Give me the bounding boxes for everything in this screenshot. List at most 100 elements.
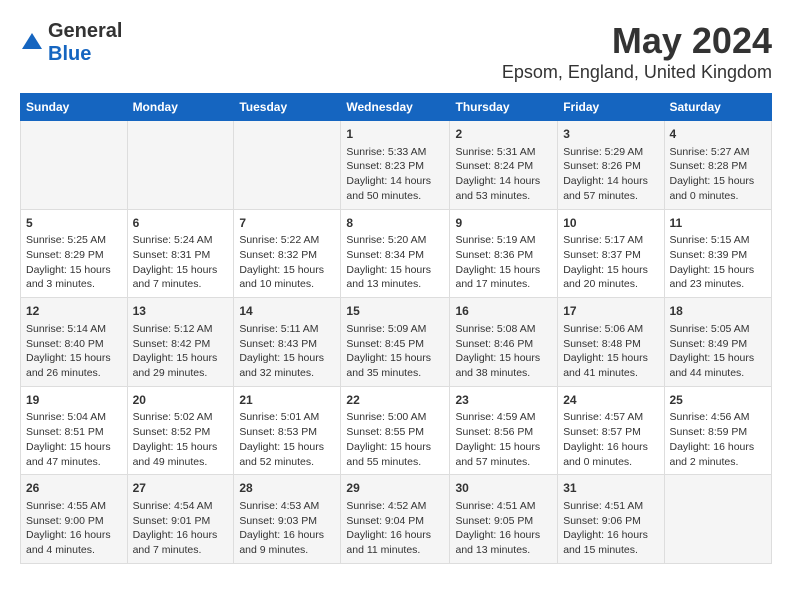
day-info: Sunrise: 5:25 AMSunset: 8:29 PMDaylight:… [26,233,122,292]
calendar-cell: 10Sunrise: 5:17 AMSunset: 8:37 PMDayligh… [558,209,664,298]
day-number: 20 [133,392,229,409]
calendar-cell: 30 Sunrise: 4:51 AMSunset: 9:05 PMDayligh… [450,475,558,564]
calendar-cell [21,121,128,210]
day-info: Sunrise: 4:52 AMSunset: 9:04 PMDaylight:… [346,499,444,558]
day-info: Sunrise: 4:51 AMSunset: 9:06 PMDaylight:… [563,499,658,558]
day-number: 18 [670,303,767,320]
calendar-cell: 8Sunrise: 5:20 AMSunset: 8:34 PMDaylight… [341,209,450,298]
weekday-header-row: SundayMondayTuesdayWednesdayThursdayFrid… [21,94,772,121]
day-info: Sunrise: 5:24 AMSunset: 8:31 PMDaylight:… [133,233,229,292]
day-info: Sunrise: 5:06 AMSunset: 8:48 PMDaylight:… [563,322,658,381]
day-number: 7 [239,215,335,232]
calendar-cell: 5Sunrise: 5:25 AMSunset: 8:29 PMDaylight… [21,209,128,298]
weekday-header-monday: Monday [127,94,234,121]
day-info: Sunrise: 5:33 AMSunset: 8:23 PMDaylight:… [346,145,444,204]
day-info: Sunrise: 5:11 AMSunset: 8:43 PMDaylight:… [239,322,335,381]
calendar-cell: 22Sunrise: 5:00 AMSunset: 8:55 PMDayligh… [341,386,450,475]
day-info: Sunrise: 5:00 AMSunset: 8:55 PMDaylight:… [346,410,444,469]
day-number: 24 [563,392,658,409]
calendar-week-row: 12 Sunrise: 5:14 AMSunset: 8:40 PMDayligh… [21,298,772,387]
day-number: 30 [455,480,552,497]
day-number: 29 [346,480,444,497]
day-info: Sunrise: 5:17 AMSunset: 8:37 PMDaylight:… [563,233,658,292]
weekday-header-tuesday: Tuesday [234,94,341,121]
day-number: 8 [346,215,444,232]
calendar-cell: 9Sunrise: 5:19 AMSunset: 8:36 PMDaylight… [450,209,558,298]
logo-icon [20,31,44,55]
day-info: Sunrise: 5:12 AMSunset: 8:42 PMDaylight:… [133,322,229,381]
day-number: 6 [133,215,229,232]
calendar-cell: 24Sunrise: 4:57 AMSunset: 8:57 PMDayligh… [558,386,664,475]
day-info: Sunrise: 4:53 AMSunset: 9:03 PMDaylight:… [239,499,335,558]
day-number: 28 [239,480,335,497]
calendar-week-row: 5Sunrise: 5:25 AMSunset: 8:29 PMDaylight… [21,209,772,298]
day-info: Sunrise: 4:55 AMSunset: 9:00 PMDaylight:… [26,499,122,558]
day-number: 5 [26,215,122,232]
calendar-body: 1 Sunrise: 5:33 AMSunset: 8:23 PMDaylight… [21,121,772,564]
day-info: Sunrise: 5:31 AMSunset: 8:24 PMDaylight:… [455,145,552,204]
day-info: Sunrise: 5:04 AMSunset: 8:51 PMDaylight:… [26,410,122,469]
calendar-cell: 1 Sunrise: 5:33 AMSunset: 8:23 PMDaylight… [341,121,450,210]
day-info: Sunrise: 5:27 AMSunset: 8:28 PMDaylight:… [670,145,767,204]
calendar-cell: 27Sunrise: 4:54 AMSunset: 9:01 PMDayligh… [127,475,234,564]
calendar-cell: 19Sunrise: 5:04 AMSunset: 8:51 PMDayligh… [21,386,128,475]
calendar-cell: 23Sunrise: 4:59 AMSunset: 8:56 PMDayligh… [450,386,558,475]
month-title: May 2024 [502,20,772,62]
calendar-cell: 28 Sunrise: 4:53 AMSunset: 9:03 PMDayligh… [234,475,341,564]
page-header: General Blue May 2024 Epsom, England, Un… [20,20,772,83]
weekday-header-wednesday: Wednesday [341,94,450,121]
title-block: May 2024 Epsom, England, United Kingdom [502,20,772,83]
calendar-week-row: 26 Sunrise: 4:55 AMSunset: 9:00 PMDayligh… [21,475,772,564]
calendar-cell: 14 Sunrise: 5:11 AMSunset: 8:43 PMDayligh… [234,298,341,387]
calendar-cell: 17Sunrise: 5:06 AMSunset: 8:48 PMDayligh… [558,298,664,387]
day-number: 22 [346,392,444,409]
day-info: Sunrise: 4:51 AMSunset: 9:05 PMDaylight:… [455,499,552,558]
day-number: 26 [26,480,122,497]
day-number: 12 [26,303,122,320]
logo-blue: Blue [48,43,91,65]
calendar-table: SundayMondayTuesdayWednesdayThursdayFrid… [20,93,772,564]
weekday-header-friday: Friday [558,94,664,121]
calendar-cell: 7Sunrise: 5:22 AMSunset: 8:32 PMDaylight… [234,209,341,298]
calendar-cell: 16 Sunrise: 5:08 AMSunset: 8:46 PMDayligh… [450,298,558,387]
calendar-cell: 2Sunrise: 5:31 AMSunset: 8:24 PMDaylight… [450,121,558,210]
logo-text: General Blue [48,20,122,66]
day-info: Sunrise: 5:05 AMSunset: 8:49 PMDaylight:… [670,322,767,381]
calendar-cell: 31 Sunrise: 4:51 AMSunset: 9:06 PMDayligh… [558,475,664,564]
calendar-cell: 6Sunrise: 5:24 AMSunset: 8:31 PMDaylight… [127,209,234,298]
calendar-week-row: 19Sunrise: 5:04 AMSunset: 8:51 PMDayligh… [21,386,772,475]
day-info: Sunrise: 5:14 AMSunset: 8:40 PMDaylight:… [26,322,122,381]
calendar-cell [234,121,341,210]
calendar-cell: 18 Sunrise: 5:05 AMSunset: 8:49 PMDayligh… [664,298,772,387]
day-number: 10 [563,215,658,232]
calendar-cell: 12 Sunrise: 5:14 AMSunset: 8:40 PMDayligh… [21,298,128,387]
calendar-cell [664,475,772,564]
weekday-header-saturday: Saturday [664,94,772,121]
day-info: Sunrise: 4:54 AMSunset: 9:01 PMDaylight:… [133,499,229,558]
day-number: 1 [346,126,444,143]
day-info: Sunrise: 4:59 AMSunset: 8:56 PMDaylight:… [455,410,552,469]
calendar-cell [127,121,234,210]
calendar-cell: 29 Sunrise: 4:52 AMSunset: 9:04 PMDayligh… [341,475,450,564]
calendar-cell: 13Sunrise: 5:12 AMSunset: 8:42 PMDayligh… [127,298,234,387]
day-number: 14 [239,303,335,320]
day-number: 31 [563,480,658,497]
day-number: 19 [26,392,122,409]
day-info: Sunrise: 4:57 AMSunset: 8:57 PMDaylight:… [563,410,658,469]
calendar-cell: 20Sunrise: 5:02 AMSunset: 8:52 PMDayligh… [127,386,234,475]
day-number: 23 [455,392,552,409]
day-number: 4 [670,126,767,143]
day-info: Sunrise: 5:08 AMSunset: 8:46 PMDaylight:… [455,322,552,381]
day-info: Sunrise: 5:02 AMSunset: 8:52 PMDaylight:… [133,410,229,469]
weekday-header-sunday: Sunday [21,94,128,121]
day-number: 15 [346,303,444,320]
weekday-header-thursday: Thursday [450,94,558,121]
calendar-header: SundayMondayTuesdayWednesdayThursdayFrid… [21,94,772,121]
calendar-cell: 11Sunrise: 5:15 AMSunset: 8:39 PMDayligh… [664,209,772,298]
day-info: Sunrise: 5:20 AMSunset: 8:34 PMDaylight:… [346,233,444,292]
calendar-cell: 4 Sunrise: 5:27 AMSunset: 8:28 PMDaylight… [664,121,772,210]
day-info: Sunrise: 5:22 AMSunset: 8:32 PMDaylight:… [239,233,335,292]
day-number: 16 [455,303,552,320]
day-info: Sunrise: 5:01 AMSunset: 8:53 PMDaylight:… [239,410,335,469]
day-info: Sunrise: 5:19 AMSunset: 8:36 PMDaylight:… [455,233,552,292]
